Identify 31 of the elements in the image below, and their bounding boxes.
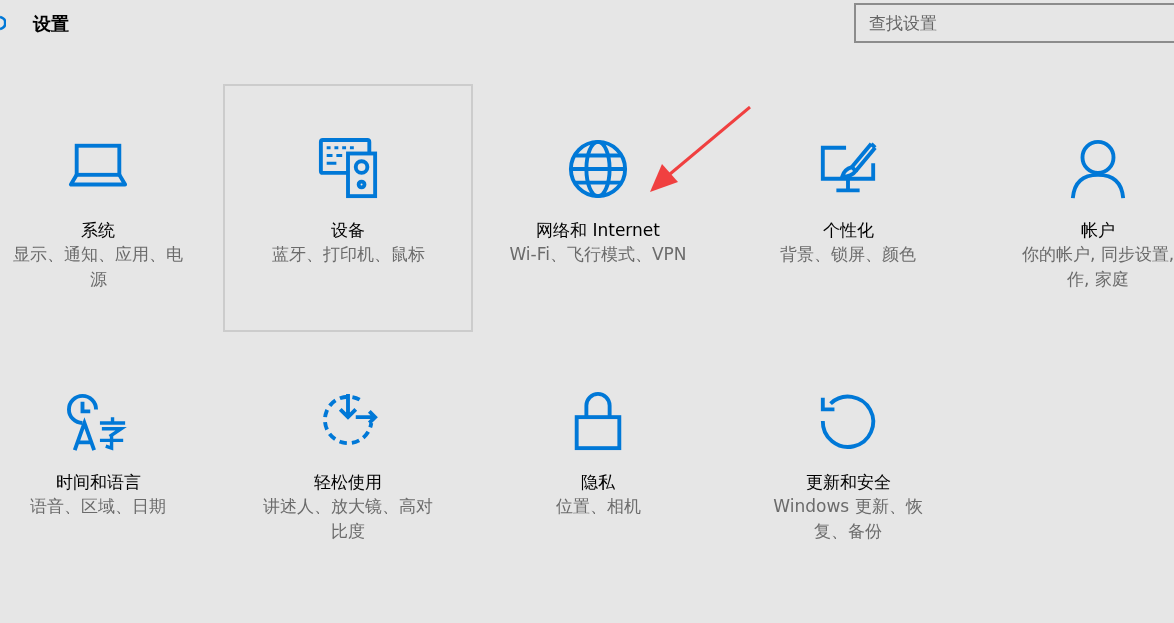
settings-tile[interactable]: 更新和安全 Windows 更新、恢 复、备份 — [723, 336, 973, 584]
tile-description: 讲述人、放大镜、高对 比度 — [263, 495, 433, 543]
search-field[interactable]: 查找设置 — [854, 3, 1174, 43]
window-title: 设置 — [33, 12, 69, 36]
tile-title: 个性化 — [822, 219, 874, 242]
tile-title: 更新和安全 — [805, 471, 891, 494]
tile-description: 你的帐户, 同步设置, 作, 家庭 — [1021, 243, 1174, 291]
tile-description: 背景、锁屏、颜色 — [780, 243, 916, 266]
tile-description: 显示、通知、应用、电 源 — [13, 243, 183, 291]
tile-title: 隐私 — [581, 471, 615, 494]
tile-description: 位置、相机 — [555, 495, 641, 518]
settings-tile[interactable]: 个性化 背景、锁屏、颜色 — [723, 84, 973, 332]
tile-description: Windows 更新、恢 复、备份 — [773, 495, 923, 543]
tile-description: Wi-Fi、飞行模式、VPN — [509, 243, 687, 266]
tile-title: 帐户 — [1081, 219, 1115, 242]
settings-tile[interactable]: 系统 显示、通知、应用、电 源 — [0, 84, 223, 332]
settings-tile[interactable]: 网络和 Internet Wi-Fi、飞行模式、VPN — [473, 84, 723, 332]
settings-tile[interactable]: 轻松使用 讲述人、放大镜、高对 比度 — [223, 336, 473, 584]
tile-description: 语音、区域、日期 — [30, 495, 166, 518]
tile-title: 时间和语言 — [55, 471, 141, 494]
settings-tile[interactable]: 隐私 位置、相机 — [473, 336, 723, 584]
tile-title: 系统 — [81, 219, 115, 242]
tile-description: 蓝牙、打印机、鼠标 — [271, 243, 425, 266]
settings-tile[interactable]: 帐户 你的帐户, 同步设置, 作, 家庭 — [973, 84, 1174, 332]
tile-title: 设备 — [331, 219, 365, 242]
globe-icon — [567, 138, 629, 200]
tile-title: 轻松使用 — [314, 471, 382, 494]
settings-tile[interactable]: 设备 蓝牙、打印机、鼠标 — [223, 84, 473, 332]
tile-title: 网络和 Internet — [536, 219, 660, 242]
settings-tile[interactable]: 时间和语言 语音、区域、日期 — [0, 336, 223, 584]
keyboard-speaker-icon — [317, 138, 379, 200]
